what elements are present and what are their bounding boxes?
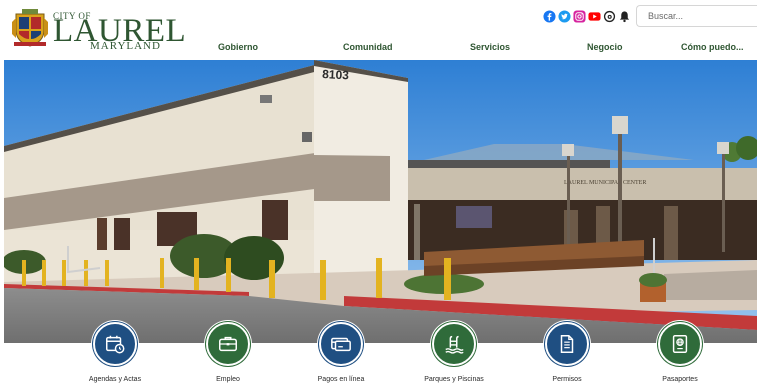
quick-link-label: Permisos bbox=[552, 376, 582, 383]
social-links bbox=[543, 9, 631, 23]
permit-document-icon bbox=[560, 335, 574, 353]
quick-link-circle bbox=[91, 320, 139, 368]
building-sign: LAUREL MUNICIPAL CENTER bbox=[564, 180, 646, 186]
municipal-center-photo: 8103 LAUREL MUNICIPAL CENTER bbox=[4, 60, 757, 343]
quick-link-empleo[interactable]: Empleo bbox=[178, 320, 278, 388]
quick-link-label: Pasaportes bbox=[662, 376, 698, 383]
briefcase-icon bbox=[219, 336, 237, 352]
nav-negocio[interactable]: Negocio bbox=[587, 37, 623, 57]
quick-link-badge bbox=[93, 322, 137, 366]
credit-card-icon bbox=[331, 337, 351, 352]
facebook-icon[interactable] bbox=[543, 9, 556, 23]
quick-link-circle bbox=[543, 320, 591, 368]
site-header: CITY OF LAUREL MARYLAND Gobierno Comunid… bbox=[0, 0, 757, 60]
quick-link-badge bbox=[319, 322, 363, 366]
quick-link-circle bbox=[204, 320, 252, 368]
search-input[interactable] bbox=[637, 6, 757, 26]
quick-link-label: Empleo bbox=[216, 376, 240, 383]
passport-icon bbox=[672, 335, 688, 353]
quick-links: Agendas y Actas Empleo Pagos en línea Pa… bbox=[0, 320, 757, 388]
quick-link-permisos[interactable]: Permisos bbox=[517, 320, 617, 388]
quick-link-pagos[interactable]: Pagos en línea bbox=[291, 320, 391, 388]
nav-como-puedo[interactable]: Cómo puedo... bbox=[681, 37, 744, 57]
youtube-icon[interactable] bbox=[588, 10, 601, 23]
search-box bbox=[636, 5, 757, 27]
hero-photo: 8103 LAUREL MUNICIPAL CENTER bbox=[4, 60, 757, 343]
quick-link-circle bbox=[430, 320, 478, 368]
nav-servicios[interactable]: Servicios bbox=[470, 37, 510, 57]
nav-gobierno[interactable]: Gobierno bbox=[218, 37, 258, 57]
quick-link-parques[interactable]: Parques y Piscinas bbox=[404, 320, 504, 388]
quick-link-badge bbox=[432, 322, 476, 366]
pool-ladder-icon bbox=[445, 335, 464, 354]
main-nav: Gobierno Comunidad Servicios Negocio Cóm… bbox=[0, 37, 757, 57]
nav-comunidad[interactable]: Comunidad bbox=[343, 37, 393, 57]
calendar-clock-icon bbox=[106, 335, 125, 354]
quick-link-pasaportes[interactable]: Pasaportes bbox=[630, 320, 730, 388]
quick-link-label: Parques y Piscinas bbox=[424, 376, 484, 383]
quick-link-badge bbox=[658, 322, 702, 366]
twitter-icon[interactable] bbox=[558, 9, 571, 23]
building-number: 8103 bbox=[322, 67, 350, 82]
quick-link-badge bbox=[206, 322, 250, 366]
quick-link-label: Agendas y Actas bbox=[88, 376, 142, 383]
quick-link-agendas[interactable]: Agendas y Actas bbox=[65, 320, 165, 388]
quick-link-label: Pagos en línea bbox=[317, 376, 365, 383]
quick-link-circle bbox=[656, 320, 704, 368]
quick-link-badge bbox=[545, 322, 589, 366]
alerts-bell-icon[interactable] bbox=[618, 10, 631, 23]
quick-link-circle bbox=[317, 320, 365, 368]
threads-icon[interactable] bbox=[603, 10, 616, 23]
instagram-icon[interactable] bbox=[573, 9, 586, 23]
